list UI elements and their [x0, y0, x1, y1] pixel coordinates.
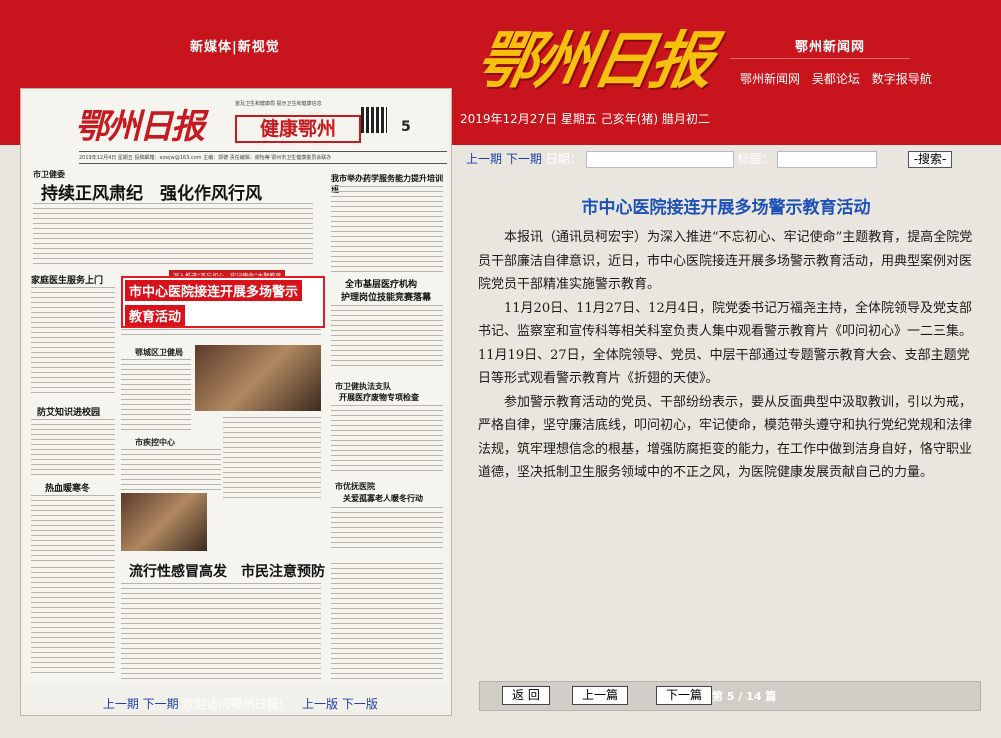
article-counter: 第 5 / 14 篇	[712, 690, 777, 703]
paper-bottom-headline[interactable]: 流行性感冒高发 市民注意预防	[129, 561, 325, 581]
nav-link-news[interactable]: 鄂州新闻网	[740, 72, 800, 86]
title-input[interactable]	[777, 151, 878, 168]
paper-column-label: 鄂城区卫健局	[135, 348, 183, 357]
page-preview-panel: 鄂州日报 首及卫生和健康局 提示卫生和健康信息 健康鄂州 5 2019年12月4…	[20, 88, 452, 716]
paper-main-headline[interactable]: 持续正风肃纪 强化作风行风	[41, 179, 262, 204]
text-block	[121, 583, 321, 679]
news-photo	[195, 345, 321, 411]
text-block	[31, 495, 115, 561]
prev-article-button[interactable]: 上一篇	[572, 686, 629, 705]
site-logo[interactable]: 鄂州日报	[470, 10, 718, 100]
paper-column-label: 市优抚医院	[335, 482, 375, 491]
highlighted-article[interactable]: 市中心医院接连开展多场警示 教育活动	[121, 276, 325, 328]
news-site-title[interactable]: 鄂州新闻网	[795, 36, 865, 55]
text-block	[331, 186, 443, 272]
article-paragraph: 11月20日、11月27日、12月4日，院党委书记万福尧主持，全体院领导及党支部…	[478, 300, 973, 387]
nav-link-forum[interactable]: 吴都论坛	[812, 72, 860, 86]
paper-meta-line: 2019年12月4日 星期五 投稿邮箱：ezwjw@163.com 主编：郭德 …	[79, 151, 447, 164]
next-issue-link[interactable]: 下一期	[143, 697, 179, 711]
paper-top-note: 首及卫生和健康局 提示卫生和健康信息	[235, 101, 322, 107]
nav-link-digital-nav[interactable]: 数字报导航	[872, 72, 932, 86]
section-banner: 健康鄂州	[235, 115, 361, 143]
prev-page-link[interactable]: 上一版	[302, 697, 338, 711]
article-paragraph: 参加警示教育活动的党员、干部纷纷表示，要从反面典型中汲取教训，引以为戒，严格自律…	[478, 394, 973, 481]
media-links[interactable]: 新媒体|新视觉	[190, 36, 280, 55]
highlight-title-line-1: 市中心医院接连开展多场警示	[125, 280, 303, 301]
text-block	[33, 203, 313, 267]
article-content: 市中心医院接连开展多场警示教育活动 本报讯（通讯员柯宏宇）为深入推进“不忘初心、…	[478, 193, 974, 485]
prev-issue-link[interactable]: 上一期	[103, 697, 139, 711]
paper-page-number: 5	[401, 119, 411, 135]
paper-subhead[interactable]: 护理岗位技能竞赛落幕	[341, 290, 431, 303]
title-label: 标题：	[737, 152, 774, 166]
back-button[interactable]: 返 回	[502, 686, 550, 705]
paper-subhead[interactable]: 家庭医生服务上门	[31, 273, 103, 286]
text-block	[31, 567, 115, 677]
text-block	[121, 449, 221, 491]
paper-column-label: 市疾控中心	[135, 438, 175, 447]
text-block	[331, 305, 443, 367]
paper-subhead[interactable]: 防艾知识进校园	[37, 405, 100, 418]
paper-subhead[interactable]: 关爱孤寡老人暖冬行动	[343, 493, 423, 504]
text-block	[223, 417, 321, 499]
text-block	[331, 563, 443, 679]
paper-subhead[interactable]: 热血暖寒冬	[45, 481, 90, 494]
highlight-title-line-2: 教育活动	[125, 305, 186, 326]
paper-column-label: 市卫健执法支队	[335, 382, 391, 391]
header-nav: 鄂州新闻网 吴都论坛 数字报导航	[740, 70, 940, 87]
next-page-link[interactable]: 下一版	[342, 697, 378, 711]
page-navigation: 上一期 下一期 欢迎访问鄂州日报！ 上一版 下一版	[21, 695, 451, 712]
article-title: 市中心医院接连开展多场警示教育活动	[581, 198, 871, 218]
date-line: 2019年12月27日 星期五 己亥年(猪) 腊月初二	[460, 112, 710, 126]
text-block	[121, 359, 191, 433]
text-block	[31, 419, 115, 475]
date-input[interactable]	[585, 151, 734, 168]
text-block	[331, 405, 443, 473]
paper-subhead[interactable]: 开展医疗废物专项检查	[339, 392, 419, 403]
paper-logo: 鄂州日报	[75, 107, 205, 147]
newspaper-page-image[interactable]: 鄂州日报 首及卫生和健康局 提示卫生和健康信息 健康鄂州 5 2019年12月4…	[23, 91, 447, 686]
next-issue-link[interactable]: 下一期	[506, 152, 542, 166]
text-block	[31, 287, 115, 397]
welcome-text: 欢迎访问鄂州日报！	[182, 697, 291, 711]
qr-code-icon	[361, 107, 387, 133]
search-bar: 上一期 下一期 日期： 标题： -搜索-	[466, 150, 981, 170]
news-photo	[121, 493, 207, 551]
text-block	[121, 329, 321, 339]
search-button[interactable]: -搜索-	[907, 151, 953, 168]
date-label: 日期：	[545, 152, 582, 166]
text-block	[331, 507, 443, 551]
header-divider	[730, 58, 910, 59]
prev-issue-link[interactable]: 上一期	[466, 152, 502, 166]
paper-subhead[interactable]: 全市基层医疗机构	[345, 277, 417, 290]
next-article-button[interactable]: 下一篇	[656, 686, 713, 705]
article-navigation: 返 回 上一篇 下一篇 第 5 / 14 篇	[479, 681, 981, 711]
article-paragraph: 本报讯（通讯员柯宏宇）为深入推进“不忘初心、牢记使命”主题教育，提高全院党员干部…	[478, 230, 973, 292]
